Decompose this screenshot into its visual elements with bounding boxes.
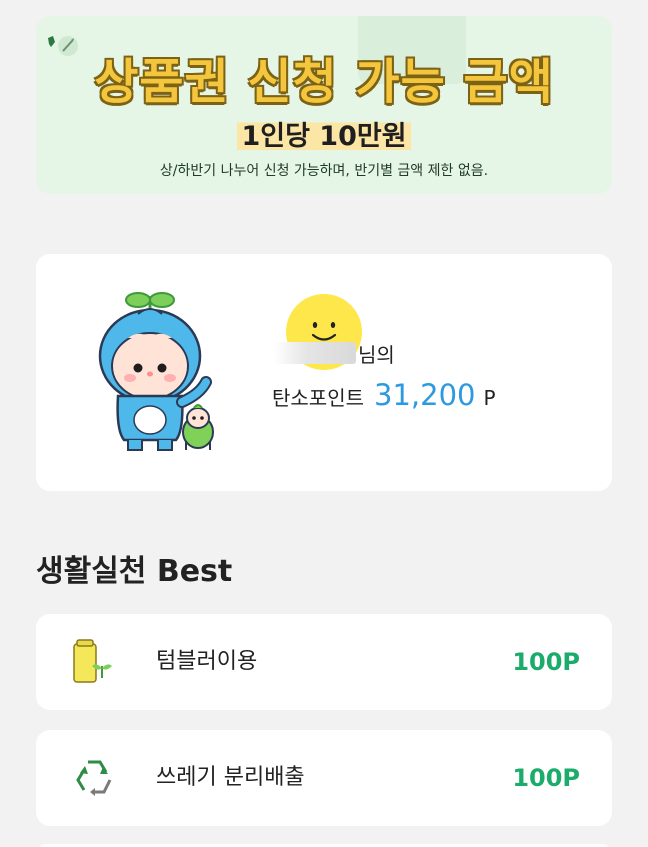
best-item-label: 텀블러이용: [156, 649, 258, 674]
banner-subtitle: 1인당 10만원: [237, 114, 411, 153]
user-name-row: 님의: [274, 336, 395, 370]
profile-card: 님의 탄소포인트 31,200 P: [36, 254, 612, 491]
best-item-tumbler[interactable]: 텀블러이용 100P: [36, 614, 612, 710]
points-value: 31,200: [374, 378, 476, 412]
carbon-points-row: 탄소포인트 31,200 P: [272, 378, 496, 412]
promo-banner[interactable]: 상품권 신청 가능 금액 1인당 10만원 상/하반기 나누어 신청 가능하며,…: [36, 16, 612, 194]
section-title: 생활실천 Best: [36, 554, 233, 589]
tumbler-icon: [73, 639, 112, 683]
best-item-points: 100P: [512, 764, 580, 792]
mascot-illustration: [98, 292, 214, 451]
best-item-label: 쓰레기 분리배출: [156, 765, 305, 790]
banner-note: 상/하반기 나누어 신청 가능하며, 반기별 금액 제한 없음.: [159, 163, 489, 179]
recycle-icon: [76, 760, 112, 796]
best-item-recycle[interactable]: 쓰레기 분리배출 100P: [36, 730, 612, 826]
banner-title: 상품권 신청 가능 금액: [94, 54, 554, 110]
points-unit: P: [483, 386, 496, 410]
points-label: 탄소포인트: [272, 386, 364, 410]
name-suffix: 님의: [358, 342, 395, 367]
masked-user-name: [274, 342, 356, 364]
best-item-points: 100P: [512, 648, 580, 676]
